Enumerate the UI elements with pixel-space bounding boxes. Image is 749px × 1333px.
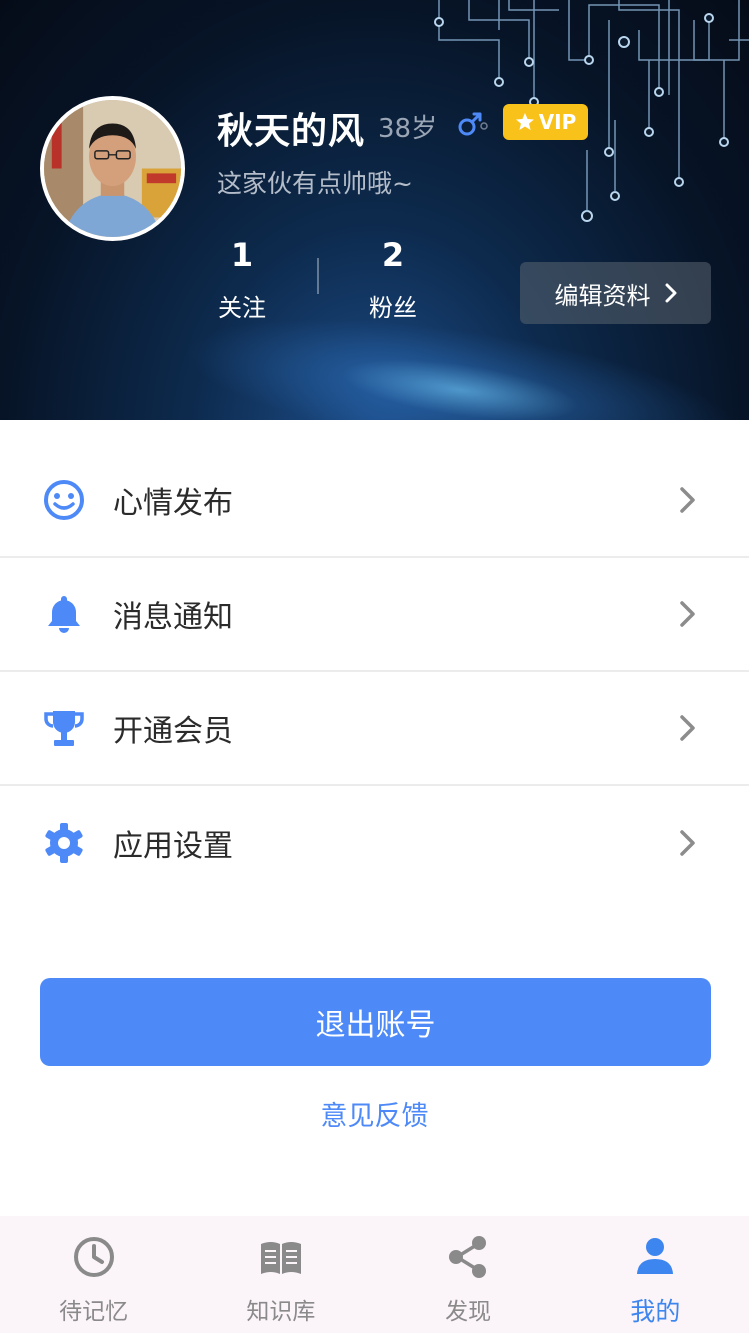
trophy-icon <box>44 711 84 746</box>
chevron-right-icon <box>665 283 676 303</box>
bell-icon <box>48 596 80 633</box>
share-icon <box>449 1236 487 1278</box>
edit-profile-label: 编辑资料 <box>554 281 651 310</box>
menu-item-label: 应用设置 <box>113 829 233 864</box>
clock-icon <box>73 1237 114 1277</box>
bottom-tab-bar: 待记忆 知识库 发现 我的 <box>0 1216 749 1333</box>
tab-mine[interactable]: 我的 <box>562 1216 749 1333</box>
user-name: 秋天的风 <box>217 111 366 152</box>
vip-badge: VIP <box>503 104 588 140</box>
gear-icon <box>45 823 83 863</box>
profile-header: 秋天的风 38岁 VIP 这家伙有点帅哦~ 1 关注 2 粉丝 编辑资料 <box>0 0 749 420</box>
menu-item-membership[interactable]: 开通会员 <box>0 672 749 786</box>
menu-item-notifications[interactable]: 消息通知 <box>0 558 749 672</box>
tab-discover[interactable]: 发现 <box>375 1216 562 1333</box>
star-icon <box>515 113 534 130</box>
menu-list: 心情发布 消息通知 开通会员 应用设置 <box>0 444 749 900</box>
feedback-link[interactable]: 意见反馈 <box>0 1094 749 1133</box>
following-count: 1 <box>230 236 254 274</box>
stats-divider <box>317 258 319 294</box>
menu-item-mood-post[interactable]: 心情发布 <box>0 444 749 558</box>
stat-following[interactable]: 1 关注 <box>192 236 292 323</box>
user-icon <box>637 1238 674 1274</box>
menu-item-label: 心情发布 <box>113 486 233 521</box>
fans-count: 2 <box>381 236 405 274</box>
tab-knowledge[interactable]: 知识库 <box>187 1216 374 1333</box>
user-age: 38岁 <box>378 114 438 144</box>
avatar[interactable] <box>40 96 185 241</box>
male-icon <box>458 112 488 136</box>
chevron-right-icon <box>680 830 695 856</box>
vip-label: VIP <box>538 110 577 134</box>
book-icon <box>260 1242 301 1274</box>
avatar-photo <box>44 100 181 237</box>
edit-profile-button[interactable]: 编辑资料 <box>520 262 711 324</box>
tab-label: 待记忆 <box>59 1299 129 1325</box>
tab-memorize[interactable]: 待记忆 <box>0 1216 187 1333</box>
tab-label: 我的 <box>630 1297 681 1326</box>
fans-label: 粉丝 <box>369 294 417 322</box>
user-bio: 这家伙有点帅哦~ <box>217 169 413 198</box>
tab-label: 发现 <box>445 1299 492 1325</box>
chevron-right-icon <box>680 715 695 741</box>
smile-icon <box>44 480 84 520</box>
menu-item-label: 开通会员 <box>113 714 233 749</box>
menu-item-label: 消息通知 <box>113 600 233 635</box>
chevron-right-icon <box>680 487 695 513</box>
menu-item-settings[interactable]: 应用设置 <box>0 786 749 900</box>
stat-fans[interactable]: 2 粉丝 <box>343 236 443 323</box>
logout-button[interactable]: 退出账号 <box>40 978 711 1066</box>
tab-label: 知识库 <box>246 1299 316 1325</box>
following-label: 关注 <box>218 294 266 322</box>
chevron-right-icon <box>680 601 695 627</box>
